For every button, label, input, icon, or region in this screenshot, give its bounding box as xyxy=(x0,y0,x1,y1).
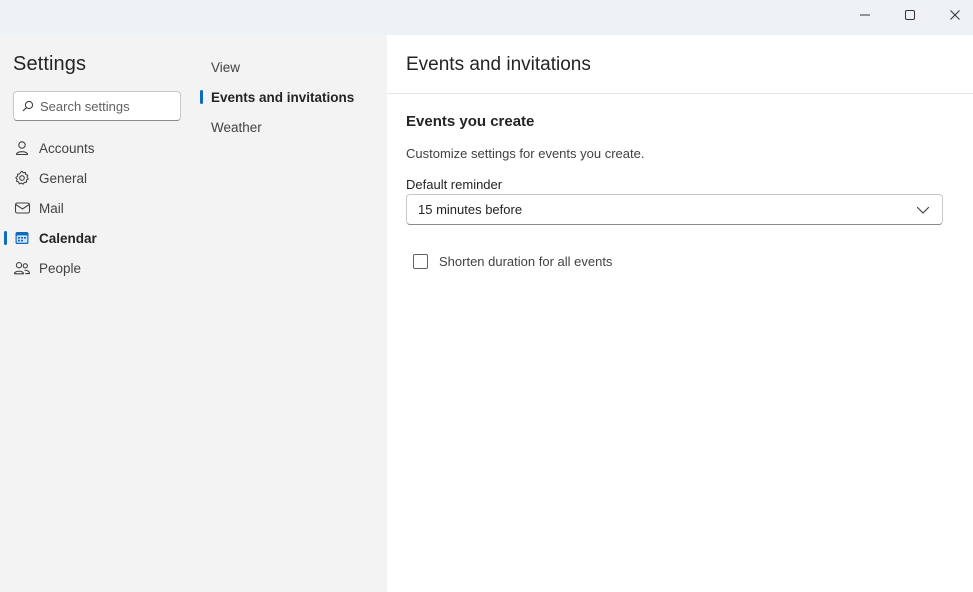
people-icon xyxy=(13,262,31,275)
sidebar-item-label: Accounts xyxy=(39,140,95,156)
default-reminder-label: Default reminder xyxy=(406,177,503,192)
maximize-button[interactable] xyxy=(888,0,932,30)
sidebar-item-mail[interactable]: Mail xyxy=(0,193,197,223)
sidebar-item-general[interactable]: General xyxy=(0,163,197,193)
sidebar-item-people[interactable]: People xyxy=(0,253,197,283)
sidebar-item-label: Mail xyxy=(39,200,64,216)
close-button[interactable] xyxy=(933,0,973,30)
sidebar-item-label: Calendar xyxy=(39,230,97,246)
title-bar xyxy=(0,0,973,35)
person-icon xyxy=(15,141,29,156)
search-icon xyxy=(22,100,34,112)
default-reminder-value: 15 minutes before xyxy=(418,202,523,217)
subnav-item-view[interactable]: View xyxy=(197,52,387,82)
minimize-icon xyxy=(860,14,870,16)
page-title: Events and invitations xyxy=(406,54,591,75)
default-reminder-dropdown[interactable]: 15 minutes before xyxy=(406,194,943,225)
search-box[interactable] xyxy=(13,91,181,121)
mail-icon xyxy=(14,202,30,214)
section-description: Customize settings for events you create… xyxy=(406,146,645,161)
sidebar-item-label: People xyxy=(39,260,82,276)
sidebar-item-accounts[interactable]: Accounts xyxy=(0,133,197,163)
header-divider xyxy=(387,93,973,94)
gear-icon xyxy=(15,170,29,185)
settings-sidebar: Settings Accounts General xyxy=(0,35,197,592)
sidebar-item-label: General xyxy=(39,170,88,186)
minimize-button[interactable] xyxy=(843,0,887,30)
content-pane: Events and invitations Events you create… xyxy=(387,35,973,592)
calendar-icon xyxy=(15,232,29,244)
chevron-down-icon xyxy=(916,206,930,214)
subnav-item-weather[interactable]: Weather xyxy=(197,112,387,142)
maximize-icon xyxy=(905,10,915,20)
settings-title: Settings xyxy=(13,53,87,75)
close-icon xyxy=(950,10,960,20)
settings-nav: Accounts General Mail Calendar People xyxy=(0,133,197,283)
subnav-item-events-and-invitations[interactable]: Events and invitations xyxy=(197,82,387,112)
search-input[interactable] xyxy=(40,98,170,114)
section-title: Events you create xyxy=(406,113,535,130)
shorten-duration-option[interactable]: Shorten duration for all events xyxy=(413,254,612,269)
shorten-duration-checkbox[interactable] xyxy=(413,254,428,269)
sidebar-item-calendar[interactable]: Calendar xyxy=(0,223,197,253)
shorten-duration-label: Shorten duration for all events xyxy=(439,254,613,269)
calendar-subnav: View Events and invitations Weather xyxy=(197,35,387,592)
